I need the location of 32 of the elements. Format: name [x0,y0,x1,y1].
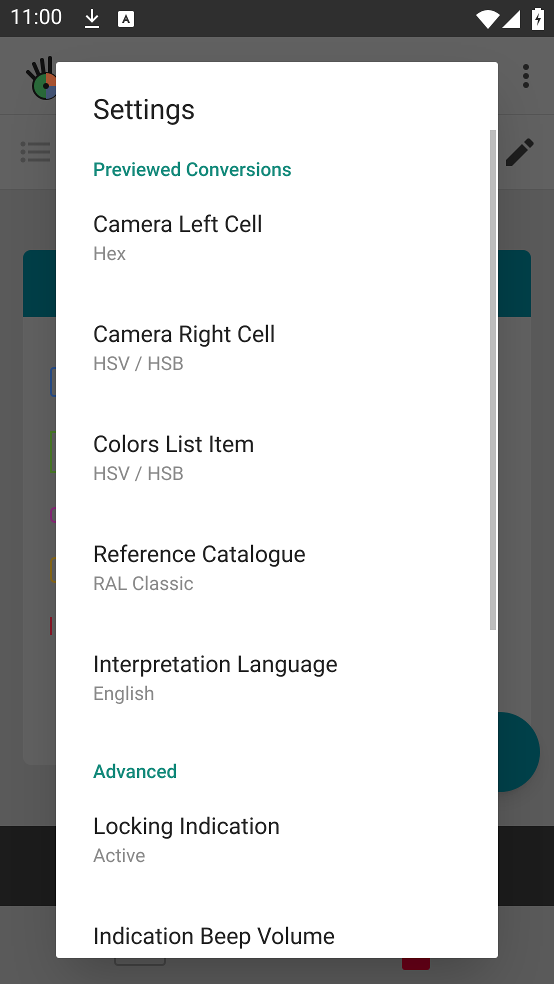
setting-item[interactable]: Camera Right Cell HSV / HSB [56,294,498,404]
more-options-icon[interactable] [522,62,530,88]
setting-item[interactable]: Interpretation Language English [56,624,498,734]
signal-icon [502,10,520,28]
setting-title: Camera Right Cell [93,320,276,350]
list-icon[interactable] [20,141,50,163]
section-header: Advanced [92,759,178,785]
setting-title: Indication Beep Volume [93,922,336,952]
download-icon [84,8,100,28]
pencil-icon[interactable] [506,138,534,166]
setting-title: Interpretation Language [93,650,339,680]
battery-icon [532,8,544,30]
setting-summary: English [93,681,156,707]
setting-summary: HSV / HSB [93,351,185,377]
setting-item[interactable]: Indication Beep Volume [56,896,498,958]
setting-summary: HSV / HSB [93,461,185,487]
text-icon [118,10,134,26]
setting-summary: Active [93,843,146,869]
wifi-icon [476,8,500,28]
setting-item[interactable]: Camera Left Cell Hex [56,184,498,294]
setting-title: Colors List Item [93,430,256,460]
setting-item[interactable]: Locking Indication Active [56,786,498,896]
setting-summary: Hex [93,241,128,267]
setting-item[interactable]: Colors List Item HSV / HSB [56,404,498,514]
setting-title: Camera Left Cell [93,210,264,240]
setting-title: Reference Catalogue [93,540,307,570]
clock: 11:00 [10,8,62,29]
setting-item[interactable]: Reference Catalogue RAL Classic [56,514,498,624]
setting-title: Locking Indication [93,812,282,842]
setting-summary: RAL Classic [93,571,195,597]
section-header: Previewed Conversions [92,157,293,183]
dialog-title: Settings [92,92,196,128]
